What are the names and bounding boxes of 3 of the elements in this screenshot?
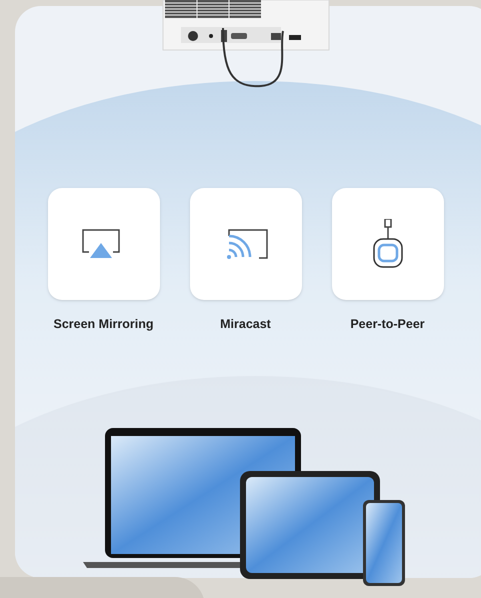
feature-label: Screen Mirroring (53, 316, 154, 333)
feature-label: Peer-to-Peer (350, 316, 425, 333)
feature-label: Miracast (220, 316, 271, 333)
